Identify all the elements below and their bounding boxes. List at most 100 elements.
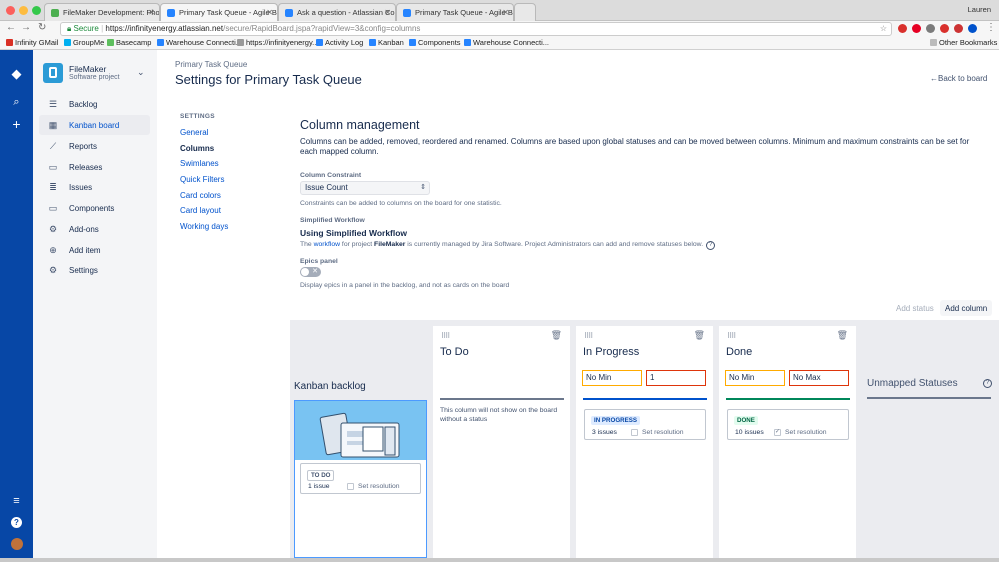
close-tab-icon[interactable]: ✕ bbox=[266, 8, 273, 17]
project-avatar[interactable] bbox=[43, 63, 63, 83]
sidebar-item-addons[interactable]: ⚙ Add-ons bbox=[39, 219, 150, 239]
breadcrumb[interactable]: Primary Task Queue bbox=[175, 60, 247, 69]
bookmark-star-icon[interactable]: ☆ bbox=[880, 23, 887, 35]
hamburger-menu-icon[interactable]: ≡ bbox=[0, 495, 33, 507]
column-constraint-select[interactable]: Issue Count ⇕ bbox=[300, 181, 430, 195]
browser-tab-active[interactable]: Primary Task Queue - Agile Bo... ✕ bbox=[160, 3, 278, 22]
epics-panel-label: Epics panel bbox=[300, 258, 338, 265]
drag-handle-icon[interactable]: ⠿⠿ bbox=[727, 332, 736, 340]
extension-icon[interactable] bbox=[940, 24, 949, 33]
menu-dots-icon[interactable]: ⋮ bbox=[986, 22, 996, 33]
settings-nav-columns[interactable]: Columns bbox=[180, 144, 214, 153]
workflow-link[interactable]: workflow bbox=[314, 241, 340, 248]
back-to-board-link[interactable]: ←Back to board bbox=[930, 74, 987, 83]
other-bookmarks[interactable]: Other Bookmarks bbox=[930, 38, 997, 47]
avatar[interactable] bbox=[0, 538, 33, 552]
close-tab-icon[interactable]: ✕ bbox=[148, 8, 155, 17]
column-title[interactable]: To Do bbox=[440, 346, 469, 358]
forward-arrow-icon[interactable]: → bbox=[21, 22, 31, 33]
browser-tab[interactable]: FileMaker Development: Photo...✕ bbox=[44, 3, 160, 21]
sidebar-item-add-item[interactable]: ⊕ Add item bbox=[39, 240, 150, 260]
bookmark-item[interactable]: Activity Log bbox=[316, 38, 363, 47]
status-card[interactable]: TO DO 1 issue Set resolution bbox=[300, 463, 421, 494]
help-icon[interactable]: ? bbox=[706, 241, 716, 250]
trash-icon[interactable]: 🗑︎ bbox=[551, 330, 562, 341]
minimize-window-icon[interactable] bbox=[19, 6, 28, 15]
project-name[interactable]: FileMaker bbox=[69, 64, 106, 74]
drag-handle-icon[interactable]: ⠿⠿ bbox=[441, 332, 450, 340]
back-arrow-icon[interactable]: ← bbox=[6, 22, 16, 33]
close-window-icon[interactable] bbox=[6, 6, 15, 15]
sidebar-item-issues[interactable]: ≣ Issues bbox=[39, 177, 150, 197]
bookmark-item[interactable]: Kanban bbox=[369, 38, 404, 47]
browser-tab[interactable]: Primary Task Queue - Agile Bo... ✕ bbox=[396, 3, 514, 21]
search-icon[interactable]: ⌕ bbox=[0, 96, 33, 109]
settings-nav-card-layout[interactable]: Card layout bbox=[180, 206, 221, 215]
trash-icon[interactable]: 🗑︎ bbox=[694, 330, 705, 341]
bookmark-item[interactable]: Components bbox=[409, 38, 461, 47]
max-constraint-input[interactable]: No Max bbox=[789, 370, 849, 386]
maximize-window-icon[interactable] bbox=[32, 6, 41, 15]
trash-icon[interactable]: 🗑︎ bbox=[837, 330, 848, 341]
settings-nav-swimlanes[interactable]: Swimlanes bbox=[180, 159, 219, 168]
sidebar-item-reports[interactable]: ⟋ Reports bbox=[39, 136, 150, 156]
status-card[interactable]: IN PROGRESS 3 issues Set resolution bbox=[584, 409, 706, 440]
new-tab-button[interactable] bbox=[514, 3, 536, 21]
settings-nav-card-colors[interactable]: Card colors bbox=[180, 191, 221, 200]
sidebar-item-backlog[interactable]: ☰ Backlog bbox=[39, 94, 150, 114]
add-column-button[interactable]: Add column bbox=[940, 300, 993, 316]
bookmark-item[interactable]: Warehouse Connecti... bbox=[157, 38, 242, 47]
bookmark-item[interactable]: GroupMe bbox=[64, 38, 104, 47]
bookmark-item[interactable]: Warehouse Connecti... bbox=[464, 38, 549, 47]
settings-nav-working-days[interactable]: Working days bbox=[180, 222, 228, 231]
sidebar-item-settings[interactable]: ⚙ Settings bbox=[39, 260, 150, 280]
bookmark-item[interactable]: Basecamp bbox=[107, 38, 151, 47]
bookmark-item[interactable]: Infinity GMail bbox=[6, 38, 58, 47]
extension-icon[interactable] bbox=[954, 24, 963, 33]
extension-icon[interactable] bbox=[968, 24, 977, 33]
pinterest-icon[interactable] bbox=[912, 24, 921, 33]
status-lozenge: IN PROGRESS bbox=[591, 416, 640, 425]
column-done[interactable]: ⠿⠿ 🗑︎ Done No Min No Max DONE 10 issues … bbox=[719, 326, 856, 558]
chevron-down-icon[interactable]: ⌄ bbox=[137, 67, 145, 78]
close-tab-icon[interactable]: ✕ bbox=[502, 8, 509, 17]
sidebar-item-kanban-board[interactable]: ▦ Kanban board bbox=[39, 115, 150, 135]
column-note: This column will not show on the board w… bbox=[440, 407, 558, 423]
select-arrows-icon: ⇕ bbox=[420, 184, 426, 191]
column-to-do[interactable]: ⠿⠿ 🗑︎ To Do This column will not show on… bbox=[433, 326, 570, 558]
column-title[interactable]: Done bbox=[726, 346, 752, 358]
add-status-button[interactable]: Add status bbox=[893, 300, 937, 316]
workflow-title: Using Simplified Workflow bbox=[300, 228, 408, 238]
reload-icon[interactable]: ↻ bbox=[38, 22, 46, 33]
min-constraint-input[interactable]: No Min bbox=[725, 370, 785, 386]
resolution-checkbox[interactable] bbox=[631, 429, 638, 436]
extension-icon[interactable] bbox=[898, 24, 907, 33]
max-constraint-input[interactable]: 1 bbox=[646, 370, 706, 386]
resolution-checkbox[interactable]: ✓ bbox=[774, 429, 781, 436]
help-icon[interactable]: ? bbox=[983, 379, 992, 388]
min-constraint-input[interactable]: No Min bbox=[582, 370, 642, 386]
drag-handle-icon[interactable]: ⠿⠿ bbox=[584, 332, 593, 340]
sidebar-item-releases[interactable]: ▭ Releases bbox=[39, 157, 150, 177]
url-field[interactable]: 🔒︎ Secure | https://infinityenergy.atlas… bbox=[60, 22, 892, 36]
column-in-progress[interactable]: ⠿⠿ 🗑︎ In Progress No Min 1 IN PROGRESS 3… bbox=[576, 326, 713, 558]
settings-nav-general[interactable]: General bbox=[180, 128, 208, 137]
create-icon[interactable]: + bbox=[0, 116, 33, 132]
sidebar-item-components[interactable]: ▭ Components bbox=[39, 198, 150, 218]
settings-nav-quick-filters[interactable]: Quick Filters bbox=[180, 175, 224, 184]
components-icon: ▭ bbox=[48, 203, 58, 213]
browser-user-name[interactable]: Lauren bbox=[968, 5, 991, 14]
close-tab-icon[interactable]: ✕ bbox=[384, 8, 391, 17]
extension-icon[interactable] bbox=[926, 24, 935, 33]
bookmark-item[interactable]: https://infinityenergy... bbox=[237, 38, 318, 47]
column-status-bar bbox=[583, 398, 707, 400]
epics-panel-toggle[interactable]: ✕ bbox=[300, 267, 321, 277]
toggle-knob bbox=[301, 268, 309, 276]
browser-tab[interactable]: Ask a question - Atlassian Com...✕ bbox=[278, 3, 396, 21]
column-title[interactable]: In Progress bbox=[583, 346, 639, 358]
status-card[interactable]: DONE 10 issues ✓ Set resolution bbox=[727, 409, 849, 440]
column-status-bar bbox=[726, 398, 850, 400]
help-icon[interactable]: ? bbox=[0, 517, 33, 528]
jira-logo-icon[interactable]: ◆ bbox=[0, 66, 33, 82]
resolution-checkbox[interactable] bbox=[347, 483, 354, 490]
